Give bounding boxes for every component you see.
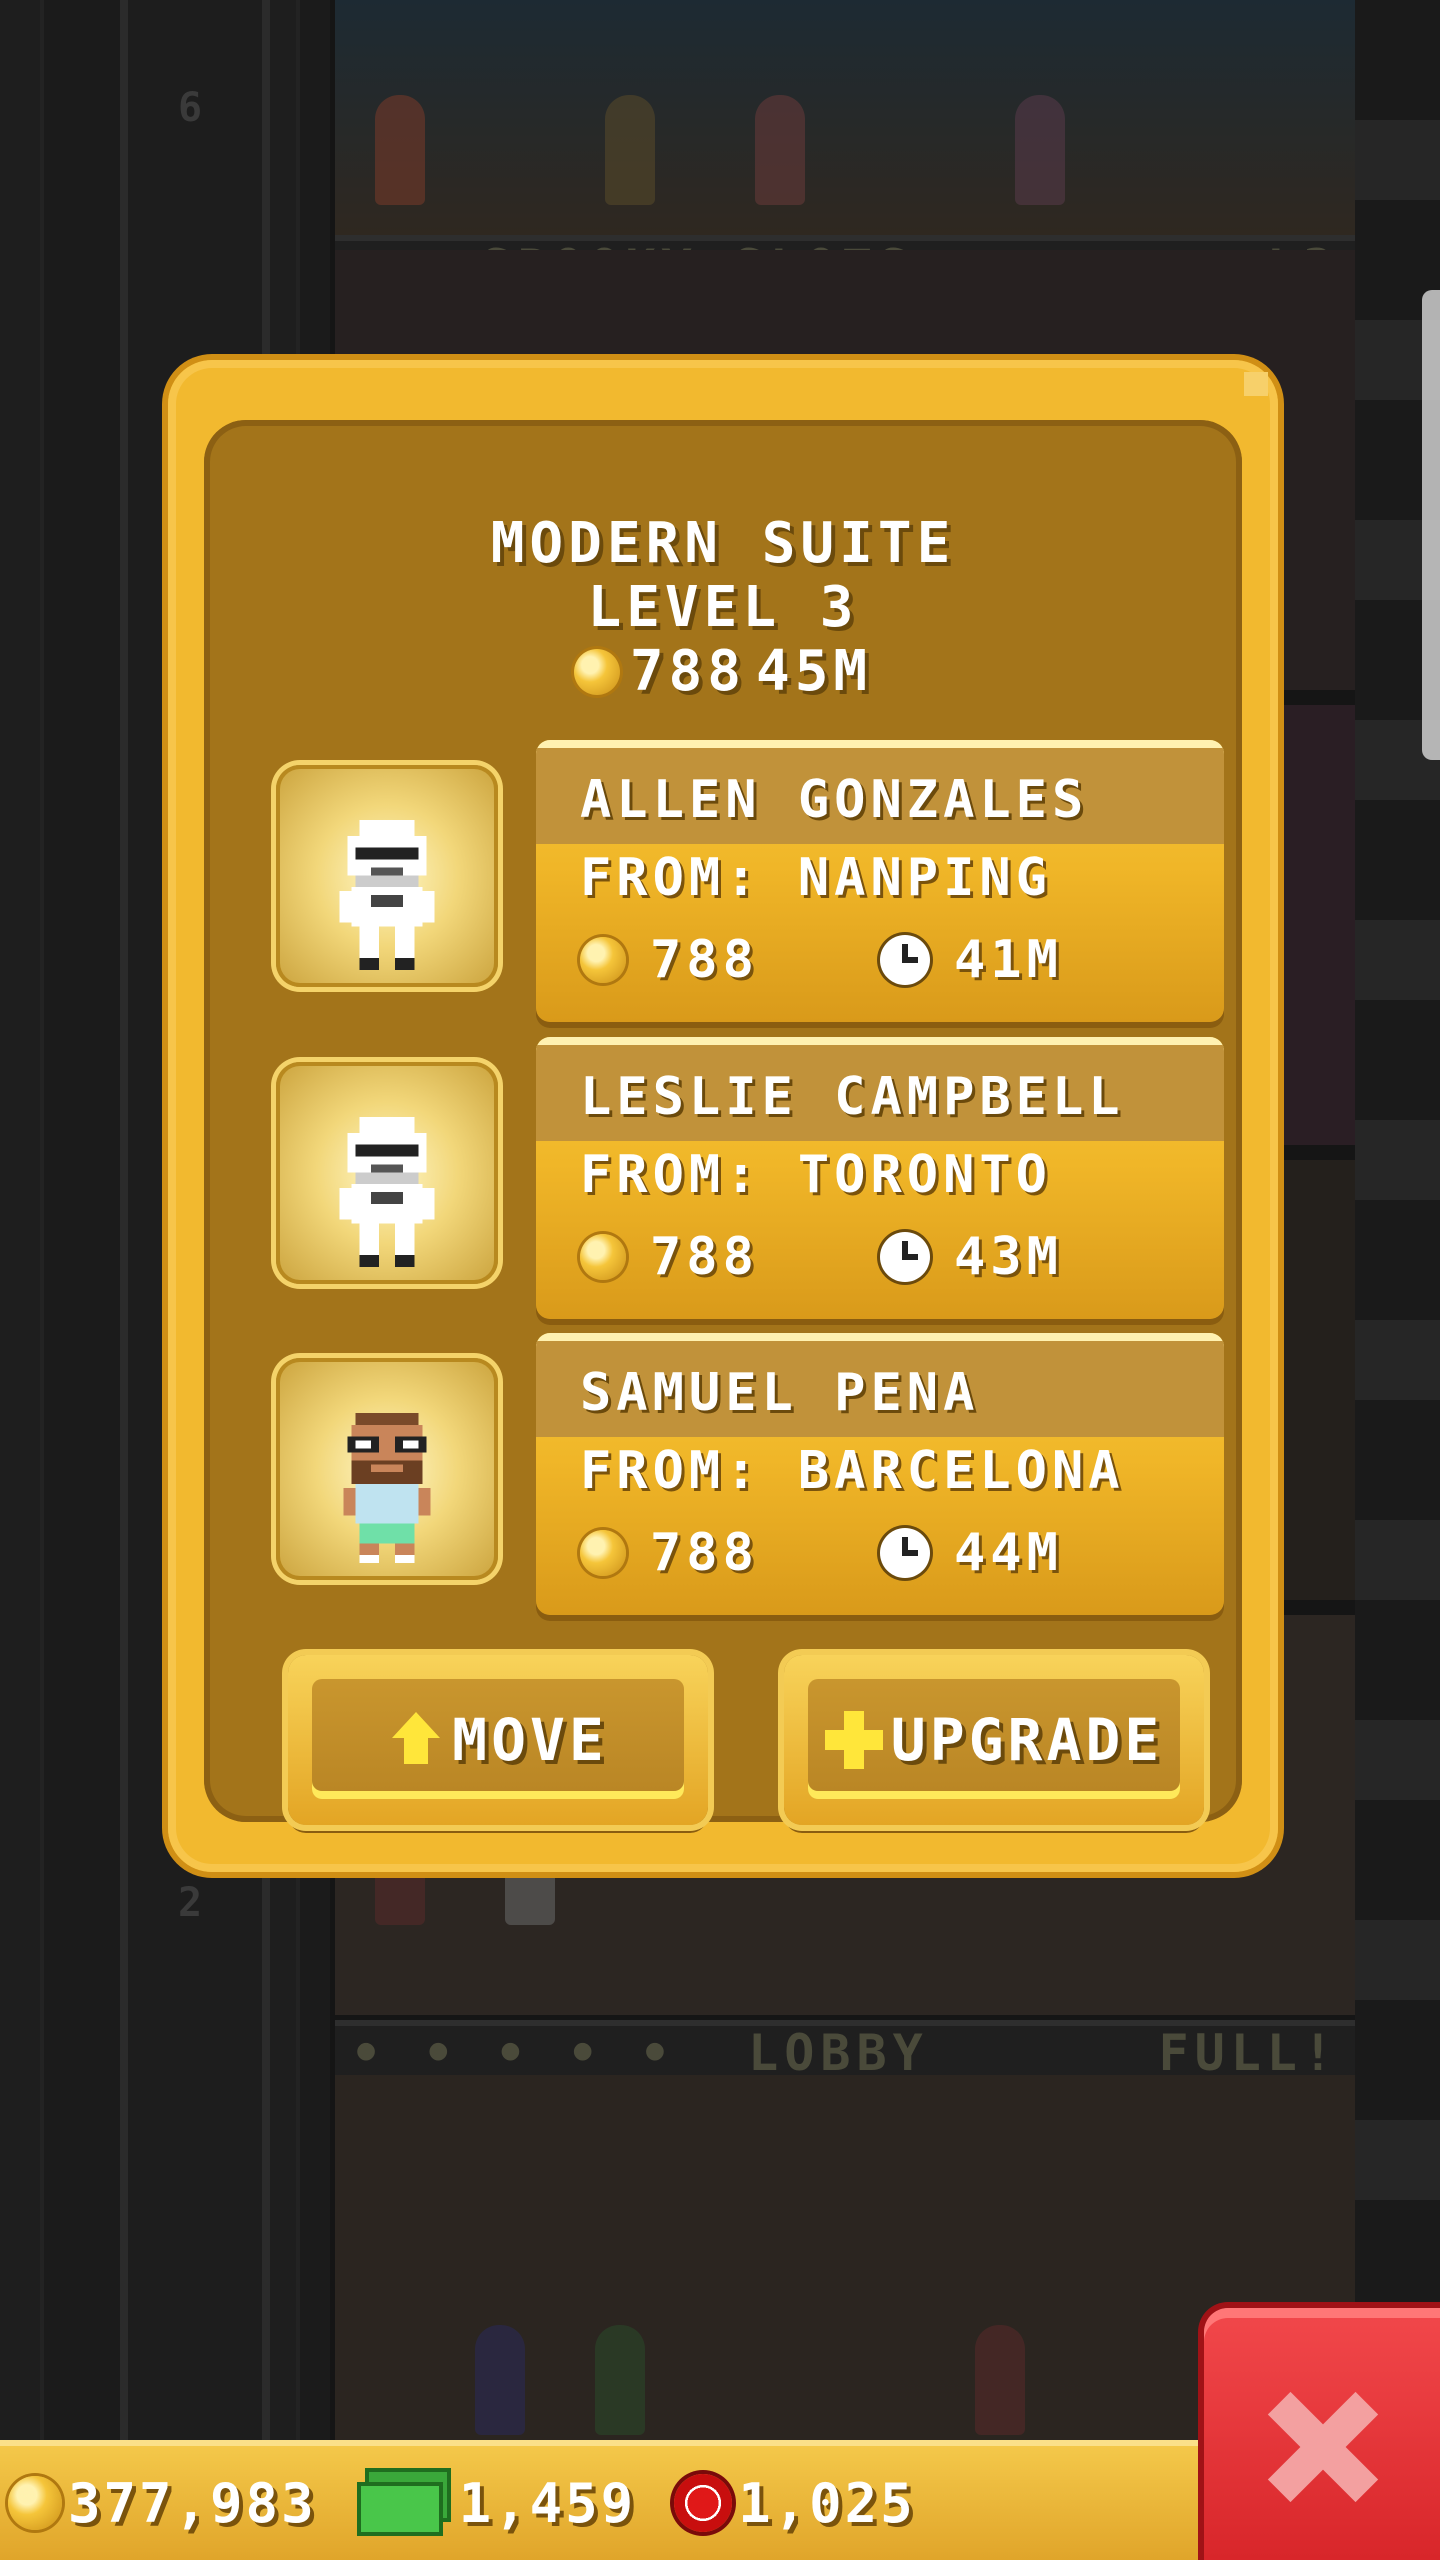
floor-spooky-slots[interactable] [335,0,1355,235]
floor-info-dialog: MODERN SUITE LEVEL 3 788 45M ALLEN GONZA… [168,360,1278,1872]
coin-icon [573,649,620,695]
stormtrooper-avatar [339,1117,435,1267]
coin-icon [580,937,626,983]
upgrade-button-label: UPGRADE [890,1706,1164,1774]
plus-icon [824,1711,883,1769]
tower-bucks-icon [360,2472,453,2534]
resident-row[interactable]: LESLIE CAMPBELL FROM: TORONTO 788 43M [276,1037,1226,1319]
resident-avatar-frame[interactable] [276,1358,498,1580]
floor-level: LEVEL 3 [587,575,859,640]
side-scroll-tab[interactable] [1422,290,1440,760]
poker-chip-icon [674,2474,733,2532]
arrow-up-icon [388,1712,444,1768]
resident-hometown: FROM: NANPING [580,848,1052,908]
resident-card[interactable]: ALLEN GONZALES FROM: NANPING 788 41M [536,740,1224,1022]
floor-banner-lobby: • • • • • LOBBY FULL! [335,2020,1355,2082]
coin-balance-value: 377,983 [68,2471,317,2535]
resident-card[interactable]: LESLIE CAMPBELL FROM: TORONTO 788 43M [536,1037,1224,1319]
move-button[interactable]: MOVE [288,1655,708,1825]
move-button-label: MOVE [452,1706,608,1774]
floor-coins: 788 [629,639,746,704]
resident-row[interactable]: SAMUEL PENA FROM: BARCELONA 788 44M [276,1333,1226,1615]
resident-hometown: FROM: TORONTO [580,1145,1052,1205]
clock-icon [880,1528,930,1578]
bucks-balance-value: 1,459 [458,2471,637,2535]
floor-number-2: 2 [178,1880,207,1926]
resident-name: ALLEN GONZALES [580,770,1089,830]
coin-balance[interactable]: 377,983 [8,2472,317,2535]
resident-time: 43M [954,1227,1063,1287]
move-button-content: MOVE [288,1655,708,1825]
chips-balance[interactable]: 1,025 [646,2472,916,2535]
resident-card[interactable]: SAMUEL PENA FROM: BARCELONA 788 44M [536,1333,1224,1615]
resident-stats: 788 44M [580,1523,1063,1583]
bucks-balance[interactable]: 1,459 [327,2472,637,2535]
floor-summary: 788 45M [204,640,1242,704]
chips-balance-value: 1,025 [738,2471,916,2535]
resident-coins: 788 [650,1523,759,1583]
upgrade-button-content: UPGRADE [784,1655,1204,1825]
resident-name: LESLIE CAMPBELL [580,1067,1125,1127]
resident-hometown: FROM: BARCELONA [580,1441,1125,1501]
resident-stats: 788 43M [580,1227,1063,1287]
coin-icon [580,1234,626,1280]
coin-icon [580,1530,626,1576]
resident-coins: 788 [650,930,759,990]
floor-number-6: 6 [178,85,207,131]
floor-title: MODERN SUITE [490,511,956,576]
upgrade-button[interactable]: UPGRADE [784,1655,1204,1825]
resident-row[interactable]: ALLEN GONZALES FROM: NANPING 788 41M [276,740,1226,1022]
clock-icon [880,1232,930,1282]
close-button[interactable] [1204,2308,1440,2560]
dialog-corner [1244,372,1268,396]
dialog-panel: MODERN SUITE LEVEL 3 788 45M ALLEN GONZA… [204,420,1242,1825]
stormtrooper-avatar [339,820,435,970]
bearded-man-avatar [343,1413,431,1563]
clock-icon [880,935,930,985]
coin-icon [8,2476,62,2530]
floor-lobby[interactable] [335,2075,1355,2440]
resident-stats: 788 41M [580,930,1063,990]
resident-time: 41M [954,930,1063,990]
resident-name: SAMUEL PENA [580,1363,980,1423]
currency-bar: 377,983 1,459 1,025 [0,2440,1240,2560]
resident-avatar-frame[interactable] [276,1062,498,1284]
resident-avatar-frame[interactable] [276,765,498,987]
close-icon [1267,2391,1377,2501]
resident-time: 44M [954,1523,1063,1583]
resident-coins: 788 [650,1227,759,1287]
floor-time: 45M [756,639,873,704]
